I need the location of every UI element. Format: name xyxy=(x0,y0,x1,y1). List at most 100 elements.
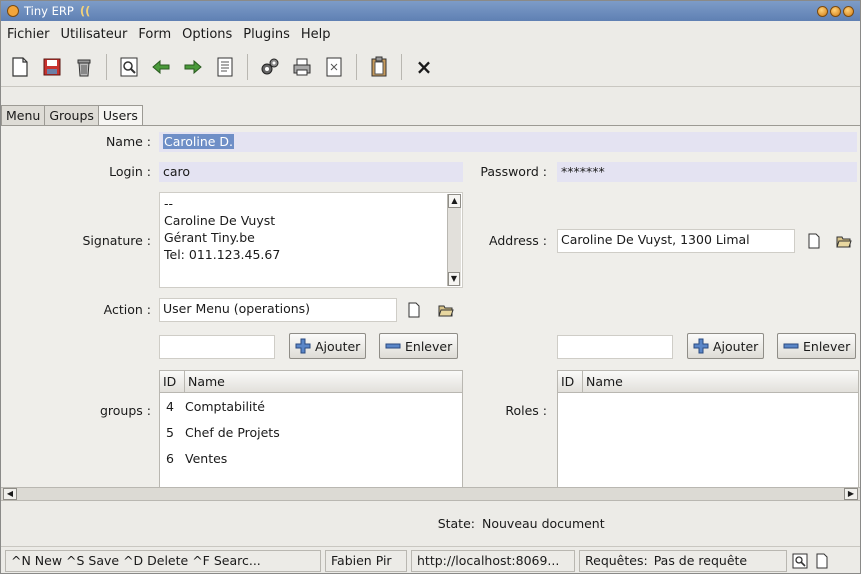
roles-remove-button[interactable]: Enlever xyxy=(777,333,857,359)
next-button[interactable] xyxy=(180,53,206,81)
groups-search-input[interactable] xyxy=(159,335,275,359)
plus-icon xyxy=(693,338,709,354)
minus-icon xyxy=(385,343,401,349)
toolbar: × xyxy=(1,47,860,87)
signature-line: Gérant Tiny.be xyxy=(164,230,255,245)
action-field[interactable]: User Menu (operations) xyxy=(159,298,397,322)
title-bar[interactable]: Tiny ERP (( xyxy=(1,1,860,21)
new-button[interactable] xyxy=(7,53,33,81)
minimize-button[interactable] xyxy=(817,5,828,17)
menu-form[interactable]: Form xyxy=(138,27,171,42)
scroll-left-arrow[interactable]: ◀ xyxy=(3,488,17,500)
column-header-id[interactable]: ID xyxy=(160,371,185,392)
roles-add-label: Ajouter xyxy=(713,338,759,354)
requests-panel: Requêtes: Pas de requête xyxy=(579,549,787,572)
menu-help[interactable]: Help xyxy=(301,27,331,42)
menu-options[interactable]: Options xyxy=(182,27,232,42)
find-icon xyxy=(120,57,138,76)
arrow-right-icon xyxy=(184,59,202,74)
roles-table: ID Name xyxy=(557,370,859,492)
shortcuts-hint: ^N New ^S Save ^D Delete ^F Searc... xyxy=(5,549,321,572)
state-bar: State: Nouveau document xyxy=(1,513,860,535)
roles-search-input[interactable] xyxy=(557,335,673,359)
row-name: Ventes xyxy=(185,450,228,466)
requests-new-button[interactable] xyxy=(813,552,831,570)
address-field[interactable]: Caroline De Vuyst, 1300 Limal xyxy=(557,229,795,253)
requests-search-button[interactable] xyxy=(791,552,809,570)
scroll-down-arrow[interactable]: ▼ xyxy=(448,272,460,286)
print-button[interactable] xyxy=(289,53,315,81)
signature-line: -- xyxy=(164,196,174,211)
address-open-button[interactable] xyxy=(835,232,853,250)
list-icon xyxy=(217,57,233,76)
tab-users[interactable]: Users xyxy=(97,105,143,126)
save-button[interactable] xyxy=(39,53,65,81)
roles-add-button[interactable]: Ajouter xyxy=(687,333,765,359)
table-row[interactable]: 6 Ventes xyxy=(160,445,462,471)
window-title: Tiny ERP xyxy=(24,4,74,18)
column-header-name[interactable]: Name xyxy=(583,371,858,392)
delete-button[interactable] xyxy=(71,53,97,81)
gears-icon xyxy=(261,58,279,74)
address-new-button[interactable] xyxy=(805,232,823,250)
signature-label: Signature : xyxy=(82,233,152,248)
menu-utilisateur[interactable]: Utilisateur xyxy=(61,27,128,42)
row-name: Comptabilité xyxy=(185,398,265,414)
printer-icon xyxy=(293,58,311,75)
paste-button[interactable] xyxy=(366,53,392,81)
groups-remove-button[interactable]: Enlever xyxy=(379,333,459,359)
clipboard-icon xyxy=(371,56,387,76)
table-row[interactable]: 4 Comptabilité xyxy=(160,393,462,419)
find-icon xyxy=(792,553,808,568)
close-icon: × xyxy=(415,54,433,79)
previous-button[interactable] xyxy=(148,53,174,81)
action-button[interactable] xyxy=(257,53,283,81)
groups-table-header: ID Name xyxy=(160,371,462,393)
action-open-button[interactable] xyxy=(437,301,455,319)
state-value: Nouveau document xyxy=(482,516,605,531)
new-document-icon xyxy=(808,233,820,249)
row-id: 4 xyxy=(166,398,174,414)
new-document-icon xyxy=(12,56,28,77)
horizontal-scrollbar[interactable]: ◀ ▶ xyxy=(1,487,860,501)
state-label: State: xyxy=(437,516,475,531)
status-bar: ^N New ^S Save ^D Delete ^F Searc... Fab… xyxy=(1,546,860,574)
menu-plugins[interactable]: Plugins xyxy=(243,27,290,42)
roles-label: Roles : xyxy=(505,403,547,418)
roles-remove-label: Enlever xyxy=(803,338,851,354)
scroll-right-arrow[interactable]: ▶ xyxy=(844,488,858,500)
report-button[interactable] xyxy=(321,53,347,81)
list-view-button[interactable] xyxy=(212,53,238,81)
form-area: Name : Caroline D. Login : caro Password… xyxy=(1,125,860,492)
current-user: Fabien Pir xyxy=(325,549,407,572)
close-window-button[interactable] xyxy=(843,5,854,17)
tab-menu[interactable]: Menu xyxy=(1,105,46,126)
menu-fichier[interactable]: Fichier xyxy=(7,27,50,42)
password-field[interactable]: ******* xyxy=(557,162,857,182)
action-label: Action : xyxy=(103,302,151,317)
roles-table-header: ID Name xyxy=(558,371,858,393)
name-value: Caroline D. xyxy=(163,134,235,149)
folder-open-icon xyxy=(836,236,852,248)
action-new-button[interactable] xyxy=(405,301,423,319)
groups-add-label: Ajouter xyxy=(315,338,361,354)
name-field[interactable]: Caroline D. xyxy=(159,132,857,152)
groups-add-button[interactable]: Ajouter xyxy=(289,333,367,359)
close-button[interactable]: × xyxy=(411,53,437,81)
tab-groups[interactable]: Groups xyxy=(44,105,99,126)
trash-icon xyxy=(77,59,91,76)
row-name: Chef de Projets xyxy=(185,424,280,440)
row-id: 5 xyxy=(166,424,174,440)
scroll-up-arrow[interactable]: ▲ xyxy=(448,194,461,208)
arrow-left-icon xyxy=(152,59,170,74)
column-header-id[interactable]: ID xyxy=(558,371,583,392)
search-button[interactable] xyxy=(116,53,142,81)
maximize-button[interactable] xyxy=(830,5,841,17)
column-header-name[interactable]: Name xyxy=(185,371,462,392)
table-row[interactable]: 5 Chef de Projets xyxy=(160,419,462,445)
login-field[interactable]: caro xyxy=(159,162,463,182)
toolbar-separator xyxy=(106,53,107,80)
app-icon[interactable] xyxy=(7,5,19,17)
signature-textarea[interactable]: -- Caroline De Vuyst Gérant Tiny.be Tel:… xyxy=(159,192,463,288)
address-label: Address : xyxy=(489,233,547,248)
